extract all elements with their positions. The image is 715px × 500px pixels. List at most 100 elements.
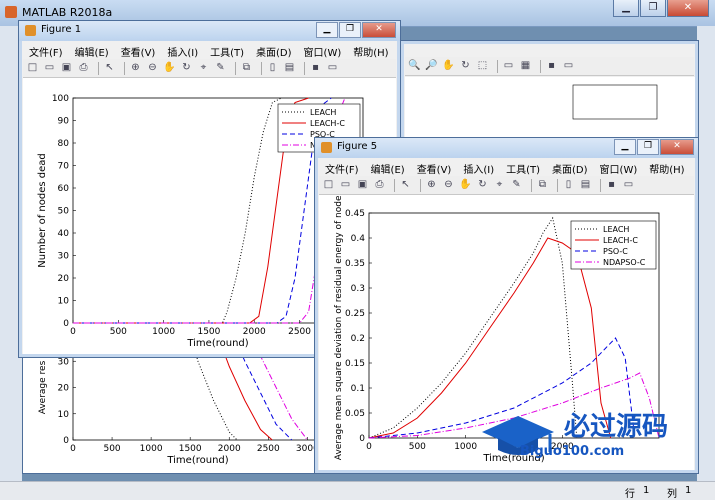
figure5-icon [321, 142, 332, 153]
figure1-icon [25, 25, 36, 36]
figure5-minimize-button[interactable]: ▁ [614, 139, 636, 155]
menu-item-3[interactable]: 插入(I) [161, 42, 204, 59]
minimize-button[interactable]: ▁ [613, 0, 639, 17]
save-icon[interactable]: ▣ [60, 62, 73, 74]
brush-icon[interactable]: ✎ [214, 62, 227, 74]
y-tick-label: 0.05 [345, 409, 365, 419]
figure5-maximize-button[interactable]: ❐ [637, 139, 659, 155]
pointer-icon[interactable]: ↖ [399, 179, 412, 191]
legend-entry: PSO-C [603, 247, 628, 256]
brush-icon[interactable]: ✎ [510, 179, 523, 191]
open-folder-icon[interactable]: ▭ [43, 62, 56, 74]
legend-icon[interactable]: ▤ [579, 179, 592, 191]
dock-icon[interactable]: ▭ [622, 179, 635, 191]
col-value: 1 [685, 485, 692, 496]
print-icon[interactable]: ⎙ [77, 62, 90, 74]
y-tick-label: 20 [58, 384, 70, 394]
menu-item-7[interactable]: 帮助(H) [347, 42, 394, 59]
figure1-minimize-button[interactable]: ▁ [316, 22, 338, 38]
x-axis-label: Time(round) [166, 455, 228, 466]
x-tick-label: 0 [70, 327, 76, 337]
watermark-text: 必过源码 [564, 412, 669, 442]
y-tick-label: 50 [58, 207, 70, 217]
background-toolbar: 🔍 🔎 ✋ ↻ ⬚ ▭ ▦ ▪ ▭ [405, 57, 694, 76]
y-tick-label: 0.35 [345, 259, 365, 269]
figure1-maximize-button[interactable]: ❐ [339, 22, 361, 38]
new-file-icon[interactable]: □ [322, 179, 335, 191]
figure1-menubar: 文件(F) 编辑(E) 查看(V) 插入(I) 工具(T) 桌面(D) 窗口(W) 帮助(H) [23, 42, 396, 59]
x-tick-label: 2500 [257, 444, 280, 454]
menu-item-1[interactable]: 编辑(E) [69, 42, 115, 59]
zoom-out-icon[interactable]: ⊖ [442, 179, 455, 191]
rotate-icon[interactable]: ↻ [180, 62, 193, 74]
dock-icon[interactable]: ▭ [326, 62, 339, 74]
rotate-icon[interactable]: ↻ [476, 179, 489, 191]
maximize-button[interactable]: ❐ [640, 0, 666, 17]
link-icon[interactable]: ⧉ [536, 179, 549, 191]
link-icon[interactable]: ⧉ [240, 62, 253, 74]
menu-item-4[interactable]: 工具(T) [204, 42, 250, 59]
close-button[interactable]: ✕ [667, 0, 709, 17]
new-file-icon[interactable]: □ [26, 62, 39, 74]
figure5-menubar: 文件(F) 编辑(E) 查看(V) 插入(I) 工具(T) 桌面(D) 窗口(W) 帮助(H) [319, 159, 694, 176]
figure5-toolbar: □ ▭ ▣ ⎙ ↖ ⊕ ⊖ ✋ ↻ ⌖ ✎ ⧉ ▯ ▤ ▪ ▭ [319, 176, 694, 195]
x-axis-label: Time(round) [186, 338, 248, 349]
menu-item-3[interactable]: 插入(I) [457, 159, 500, 176]
figure5-title-bar[interactable]: Figure 5 ▁ ❐ ✕ [315, 138, 698, 158]
y-tick-label: 30 [58, 357, 70, 367]
x-tick-label: 1000 [140, 444, 163, 454]
row-label: 行 [625, 489, 635, 500]
hide-tools-icon[interactable]: ▪ [605, 179, 618, 191]
x-tick-label: 0 [70, 444, 76, 454]
y-tick-label: 20 [58, 274, 70, 284]
menu-item-0[interactable]: 文件(F) [319, 159, 365, 176]
colorbar-icon[interactable]: ▯ [562, 179, 575, 191]
x-tick-label: 1000 [152, 327, 175, 337]
data-cursor-icon[interactable]: ⌖ [493, 179, 506, 191]
x-tick-label: 500 [103, 444, 120, 454]
background-right-plot [405, 77, 695, 141]
background-figure: 0 500 1000 1500 2000 2500 3000 0 10 20 30 Time(roun… [22, 334, 324, 474]
data-cursor-icon[interactable]: ⌖ [197, 62, 210, 74]
print-icon[interactable]: ⎙ [373, 179, 386, 191]
colorbar-icon[interactable]: ▯ [266, 62, 279, 74]
background-chart: 0 500 1000 1500 2000 2500 30000102030Time(roun… [38, 334, 324, 466]
pointer-icon[interactable]: ↖ [103, 62, 116, 74]
legend-entry: LEACH [603, 225, 629, 234]
menu-item-5[interactable]: 桌面(D) [546, 159, 594, 176]
pan-icon[interactable]: ✋ [459, 179, 472, 191]
menu-item-7[interactable]: 帮助(H) [643, 159, 690, 176]
menu-item-2[interactable]: 查看(V) [115, 42, 162, 59]
y-tick-label: 80 [58, 139, 70, 149]
x-tick-label: 1500 [197, 327, 220, 337]
y-tick-label: 60 [58, 184, 70, 194]
y-tick-label: 0.4 [351, 234, 366, 244]
zoom-in-icon[interactable]: ⊕ [129, 62, 142, 74]
y-tick-label: 0.2 [351, 334, 365, 344]
save-icon[interactable]: ▣ [356, 179, 369, 191]
status-bar: 行 1 列 1 [0, 481, 715, 500]
pan-icon[interactable]: ✋ [163, 62, 176, 74]
legend-icon[interactable]: ▤ [283, 62, 296, 74]
menu-item-6[interactable]: 窗口(W) [298, 42, 348, 59]
hide-tools-icon[interactable]: ▪ [309, 62, 322, 74]
figure1-close-button[interactable]: ✕ [362, 22, 396, 38]
figure5-title: Figure 5 [337, 141, 378, 152]
x-tick-label: 0 [366, 442, 372, 452]
menu-item-5[interactable]: 桌面(D) [250, 42, 298, 59]
menu-item-1[interactable]: 编辑(E) [365, 159, 411, 176]
y-tick-label: 0.1 [351, 384, 365, 394]
menu-item-2[interactable]: 查看(V) [411, 159, 458, 176]
menu-item-6[interactable]: 窗口(W) [594, 159, 644, 176]
x-tick-label: 1500 [179, 444, 202, 454]
y-tick-label: 0 [63, 436, 69, 446]
menu-item-4[interactable]: 工具(T) [500, 159, 546, 176]
y-tick-label: 30 [58, 252, 70, 262]
menu-item-0[interactable]: 文件(F) [23, 42, 69, 59]
zoom-out-icon[interactable]: ⊖ [146, 62, 159, 74]
open-folder-icon[interactable]: ▭ [339, 179, 352, 191]
figure5-close-button[interactable]: ✕ [660, 139, 694, 155]
figure1-title-bar[interactable]: Figure 1 ▁ ❐ ✕ [19, 21, 400, 41]
y-axis-label: Number of nodes dead [37, 153, 48, 268]
zoom-in-icon[interactable]: ⊕ [425, 179, 438, 191]
